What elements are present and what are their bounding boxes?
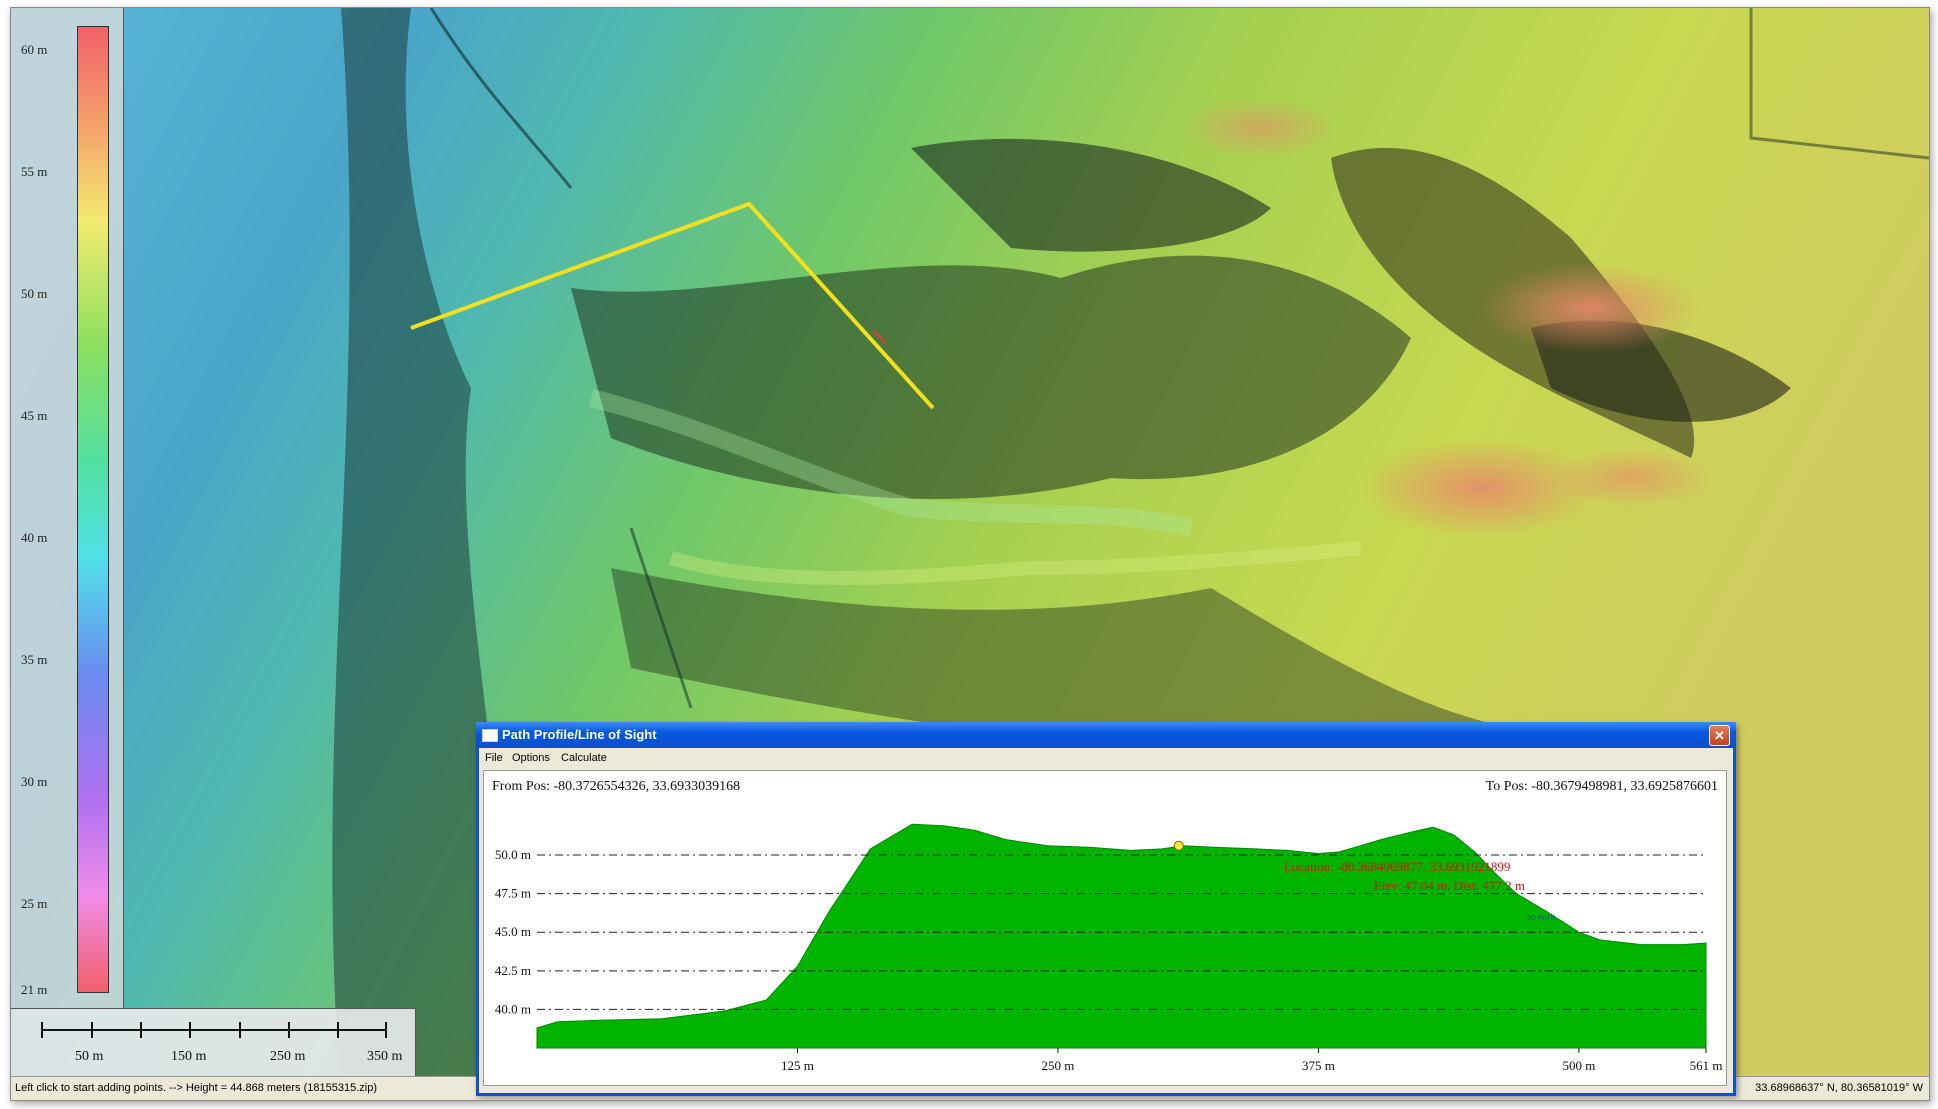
x-tick-label: 561 m — [1690, 1058, 1723, 1073]
menu-file[interactable]: File — [485, 752, 503, 764]
y-tick-label: 45.0 m — [495, 924, 531, 939]
path-profile-dialog[interactable]: Path Profile/Line of Sight ✕ File Option… — [476, 722, 1736, 1096]
main-window: 60 m 55 m 50 m 45 m 40 m 35 m 30 m 25 m … — [10, 7, 1930, 1101]
scale-label: 250 m — [270, 1049, 306, 1064]
legend-label: 60 m — [21, 42, 48, 57]
y-tick-label: 47.5 m — [495, 886, 531, 901]
scale-tick — [140, 1022, 142, 1038]
legend-label: 55 m — [21, 164, 48, 179]
y-tick-label: 40.0 m — [495, 1001, 531, 1016]
window-icon — [482, 729, 498, 742]
dialog-title: Path Profile/Line of Sight — [502, 727, 657, 742]
legend-label: 50 m — [21, 286, 48, 301]
scale-tick — [385, 1022, 387, 1038]
elevation-color-bar — [77, 26, 109, 993]
legend-label: 25 m — [21, 896, 48, 911]
menu-options[interactable]: Options — [512, 752, 550, 764]
close-button[interactable]: ✕ — [1709, 725, 1730, 746]
profile-svg: 50.0 m 47.5 m 45.0 m 42.5 m 40.0 m 125 m 250 … — [495, 823, 1723, 1073]
legend-label: 35 m — [21, 652, 48, 667]
path-marker-label: 3D PATH — [1527, 915, 1556, 922]
scale-tick — [189, 1022, 191, 1038]
scale-label: 350 m — [367, 1049, 403, 1064]
legend-label: 30 m — [21, 774, 48, 789]
cursor-coordinates: 33.68968637° N, 80.36581019° W — [1755, 1082, 1923, 1094]
elevation-legend: 60 m 55 m 50 m 45 m 40 m 35 m 30 m 25 m … — [11, 8, 124, 1008]
status-message: Left click to start adding points. --> H… — [15, 1082, 377, 1094]
scale-tick — [239, 1022, 241, 1038]
elevation-annotation: Elev: 47.04 m, Dist: 477.2 m — [1374, 878, 1525, 893]
profile-marker-point — [1173, 840, 1184, 851]
close-icon: ✕ — [1714, 728, 1725, 743]
legend-label: 21 m — [21, 982, 48, 997]
legend-label: 40 m — [21, 530, 48, 545]
y-tick-label: 42.5 m — [495, 963, 531, 978]
scale-tick — [41, 1022, 43, 1038]
x-tick-label: 125 m — [781, 1058, 814, 1073]
x-tick-label: 375 m — [1302, 1058, 1335, 1073]
scale-label: 50 m — [75, 1049, 104, 1064]
x-tick-label: 500 m — [1562, 1058, 1595, 1073]
scale-label: 150 m — [171, 1049, 207, 1064]
profile-chart[interactable]: From Pos: -80.3726554326, 33.6933039168 … — [483, 770, 1727, 1086]
location-annotation: Location: -80.3684969877, 33.6931921899 — [1284, 859, 1510, 874]
scale-tick — [91, 1022, 93, 1038]
scale-bar: 50 m 150 m 250 m 350 m — [11, 1008, 416, 1078]
scale-tick — [288, 1022, 290, 1038]
x-tick-label: 250 m — [1042, 1058, 1075, 1073]
dialog-title-bar[interactable]: Path Profile/Line of Sight ✕ — [476, 722, 1736, 748]
elevation-profile-area — [536, 823, 1707, 1049]
y-tick-label: 50.0 m — [495, 847, 531, 862]
menu-bar: File Options Calculate — [479, 748, 1733, 768]
scale-tick — [337, 1022, 339, 1038]
menu-calculate[interactable]: Calculate — [561, 752, 607, 764]
legend-label: 45 m — [21, 408, 48, 423]
